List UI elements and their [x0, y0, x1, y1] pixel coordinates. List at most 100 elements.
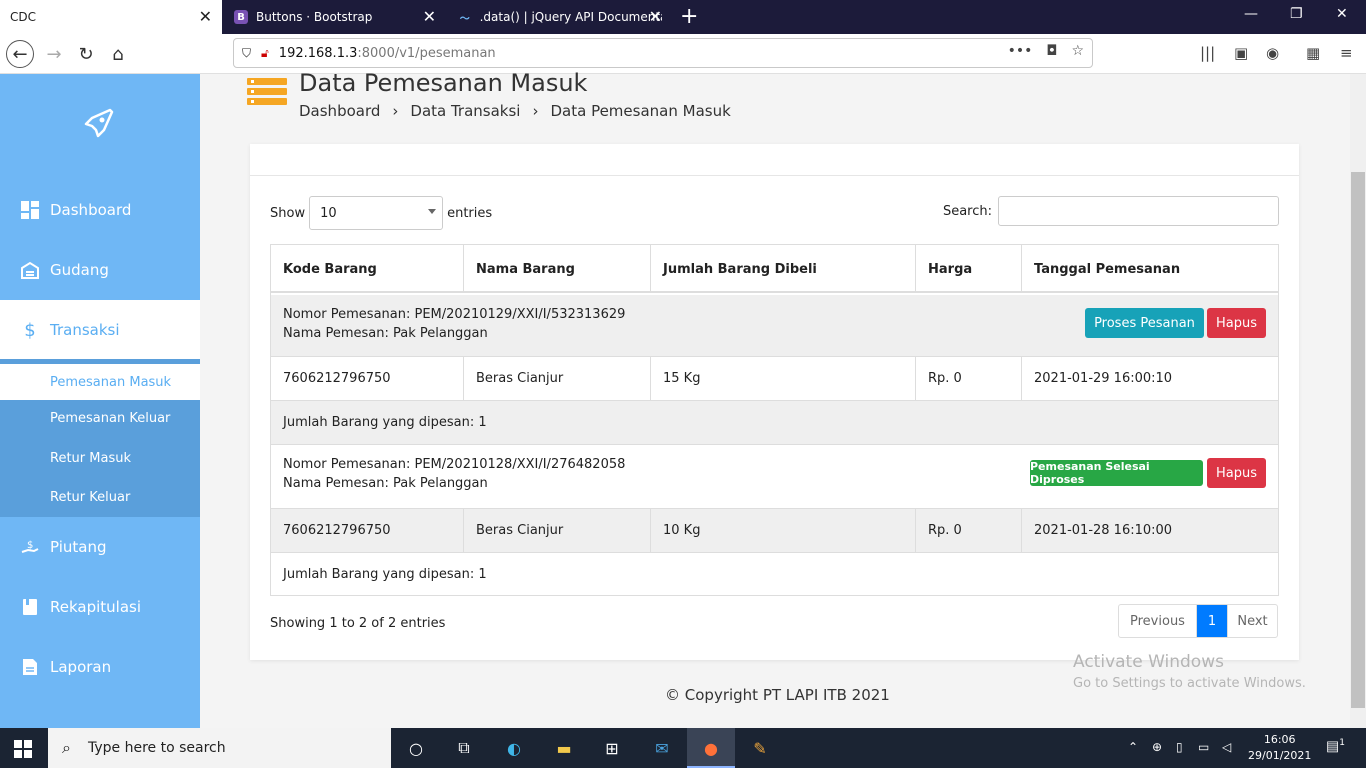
cell-tanggal: 2021-01-28 16:10:00 — [1034, 523, 1173, 538]
submenu-retur-keluar[interactable]: Retur Keluar — [0, 479, 200, 515]
close-icon[interactable]: ✕ — [649, 9, 662, 25]
taskbar: ⌕ Type here to search ○ ⧉ ◐ ▬ ⊞ ✉ ● ✎ ⌃ … — [0, 728, 1366, 768]
sidebar-item-label: Laporan — [50, 658, 112, 676]
cell-harga: Rp. 0 — [916, 357, 1022, 400]
delete-button[interactable]: Hapus — [1207, 308, 1266, 338]
minimize-icon[interactable]: — — [1244, 6, 1258, 22]
order-number: Nomor Pemesanan: PEM/20210129/XXI/I/5323… — [283, 307, 626, 322]
tray-network-icon[interactable]: ⊕ — [1152, 740, 1162, 754]
account-icon[interactable]: ◉ — [1266, 44, 1279, 62]
page-length-select[interactable]: 10 — [309, 196, 444, 230]
caret-down-icon — [428, 209, 437, 214]
forward-button[interactable]: → — [40, 40, 68, 68]
tab-bootstrap[interactable]: B Buttons · Bootstrap ✕ — [224, 0, 446, 34]
sidebar-item-label: Dashboard — [50, 201, 132, 219]
taskbar-clock[interactable]: 16:06 29/01/2021 — [1248, 732, 1311, 764]
tray-volume-icon[interactable]: ◁ — [1222, 740, 1231, 754]
edge-icon[interactable]: ◐ — [502, 736, 526, 760]
browser-tabbar: CDC ✕ B Buttons · Bootstrap ✕ 〜 .data() … — [0, 0, 1366, 34]
file-explorer-icon[interactable]: ▬ — [552, 736, 576, 760]
sidebar-item-label: Transaksi — [50, 321, 120, 339]
reload-button[interactable]: ↻ — [72, 40, 100, 68]
mail-icon[interactable]: ✉ — [650, 736, 674, 760]
close-window-icon[interactable]: ✕ — [1336, 6, 1348, 22]
column-header[interactable]: Harga — [916, 245, 1022, 293]
url-bar[interactable]: ⛉ 🔓︎ 192.168.1.3:8000/v1/pesemanan ••• ◘… — [233, 38, 1093, 68]
screen: CDC ✕ B Buttons · Bootstrap ✕ 〜 .data() … — [0, 0, 1366, 768]
page-length-value: 10 — [320, 205, 337, 221]
cell-nama: Beras Cianjur — [464, 509, 651, 552]
table-info: Showing 1 to 2 of 2 entries — [270, 616, 446, 631]
process-order-button[interactable]: Proses Pesanan — [1085, 308, 1204, 338]
sidebar: Dashboard Gudang $ Transaksi Pemesanan M… — [0, 74, 200, 728]
warehouse-icon — [20, 260, 40, 280]
extensions-icon[interactable]: ▦ — [1306, 44, 1320, 62]
column-header[interactable]: Nama Barang — [464, 245, 651, 293]
sidebar-item-gudang[interactable]: Gudang — [0, 240, 200, 300]
breadcrumb-dashboard[interactable]: Dashboard — [299, 102, 380, 120]
sidebar-item-rekapitulasi[interactable]: Rekapitulasi — [0, 577, 200, 637]
sidebar-item-piutang[interactable]: $ Piutang — [0, 517, 200, 577]
breadcrumb-data-transaksi[interactable]: Data Transaksi — [410, 102, 520, 120]
sidebar-item-laporan[interactable]: Laporan — [0, 637, 200, 697]
order-info: Nomor Pemesanan: PEM/20210129/XXI/I/5323… — [283, 305, 625, 343]
cortana-icon[interactable]: ○ — [404, 736, 428, 760]
home-button[interactable]: ⌂ — [104, 40, 132, 68]
cell-kode: 7606212796750 — [271, 357, 464, 400]
windows-start-icon[interactable] — [14, 740, 32, 758]
search-input[interactable] — [998, 196, 1279, 226]
scrollbar-thumb[interactable] — [1351, 172, 1365, 708]
customer-name: Nama Pemesan: Pak Pelanggan — [283, 326, 488, 341]
sidebar-toggle-icon[interactable]: ▣ — [1234, 44, 1248, 62]
tab-cdc[interactable]: CDC ✕ — [0, 0, 222, 34]
cell-jumlah: 10 Kg — [651, 509, 916, 552]
close-icon[interactable]: ✕ — [423, 9, 436, 25]
page-1-button[interactable]: 1 — [1197, 605, 1227, 637]
tab-jquery[interactable]: 〜 .data() | jQuery API Documenta ✕ — [448, 0, 672, 34]
column-header[interactable]: Tanggal Pemesanan — [1022, 245, 1278, 293]
delete-button[interactable]: Hapus — [1207, 458, 1266, 488]
back-button[interactable]: ← — [6, 40, 34, 68]
orders-table: Kode Barang Nama Barang Jumlah Barang Di… — [270, 244, 1279, 596]
pocket-icon[interactable]: ◘ — [1046, 43, 1057, 59]
dashboard-icon — [20, 200, 40, 220]
close-icon[interactable]: ✕ — [199, 9, 212, 25]
taskbar-search[interactable]: ⌕ Type here to search — [48, 728, 391, 768]
menu-icon[interactable]: ≡ — [1340, 44, 1353, 62]
sidebar-item-dashboard[interactable]: Dashboard — [0, 180, 200, 240]
shield-icon: ⛉ — [242, 45, 252, 60]
orders-card: Show 10 entries Search: Kode Barang Nama… — [250, 144, 1299, 660]
customer-name: Nama Pemesan: Pak Pelanggan — [283, 476, 488, 491]
page-actions-icon[interactable]: ••• — [1008, 43, 1033, 59]
order-summary: Jumlah Barang yang dipesan: 1 — [283, 566, 487, 582]
notification-icon[interactable]: ▤1 — [1326, 738, 1345, 755]
task-view-icon[interactable]: ⧉ — [452, 736, 476, 760]
submenu-pemesanan-keluar[interactable]: Pemesanan Keluar — [0, 400, 200, 436]
new-tab-button[interactable]: + — [680, 4, 698, 29]
tray-battery-icon[interactable]: ▯ — [1176, 740, 1183, 754]
order-summary-row: Jumlah Barang yang dipesan: 1 — [271, 553, 1278, 595]
url-host: 192.168.1.3 — [278, 45, 358, 61]
previous-button[interactable]: Previous — [1119, 605, 1197, 637]
clock-time: 16:06 — [1263, 733, 1296, 746]
tray-wifi-icon[interactable]: ▭ — [1198, 740, 1209, 754]
page-scrollbar[interactable] — [1350, 74, 1366, 728]
jquery-icon: 〜 — [459, 13, 470, 25]
column-header[interactable]: Kode Barang — [271, 245, 464, 293]
order-processed-button[interactable]: Pemesanan Selesai Diproses — [1030, 460, 1203, 486]
next-button[interactable]: Next — [1227, 605, 1277, 637]
library-icon[interactable]: ||| — [1200, 44, 1215, 62]
submenu-label: Pemesanan Keluar — [50, 410, 171, 426]
dollar-icon: $ — [24, 319, 36, 341]
sidebar-item-transaksi[interactable]: $ Transaksi — [0, 300, 200, 360]
restore-icon[interactable]: ❐ — [1290, 6, 1303, 22]
sidebar-item-label: Gudang — [50, 261, 109, 279]
bookmark-star-icon[interactable]: ☆ — [1071, 43, 1084, 59]
paint-icon[interactable]: ✎ — [748, 736, 772, 760]
firefox-taskbar-active[interactable]: ● — [687, 728, 735, 768]
submenu-pemesanan-masuk[interactable]: Pemesanan Masuk — [0, 364, 200, 400]
submenu-retur-masuk[interactable]: Retur Masuk — [0, 440, 200, 476]
store-icon[interactable]: ⊞ — [600, 736, 624, 760]
tray-chevron-icon[interactable]: ⌃ — [1128, 740, 1138, 754]
column-header[interactable]: Jumlah Barang Dibeli — [651, 245, 916, 293]
